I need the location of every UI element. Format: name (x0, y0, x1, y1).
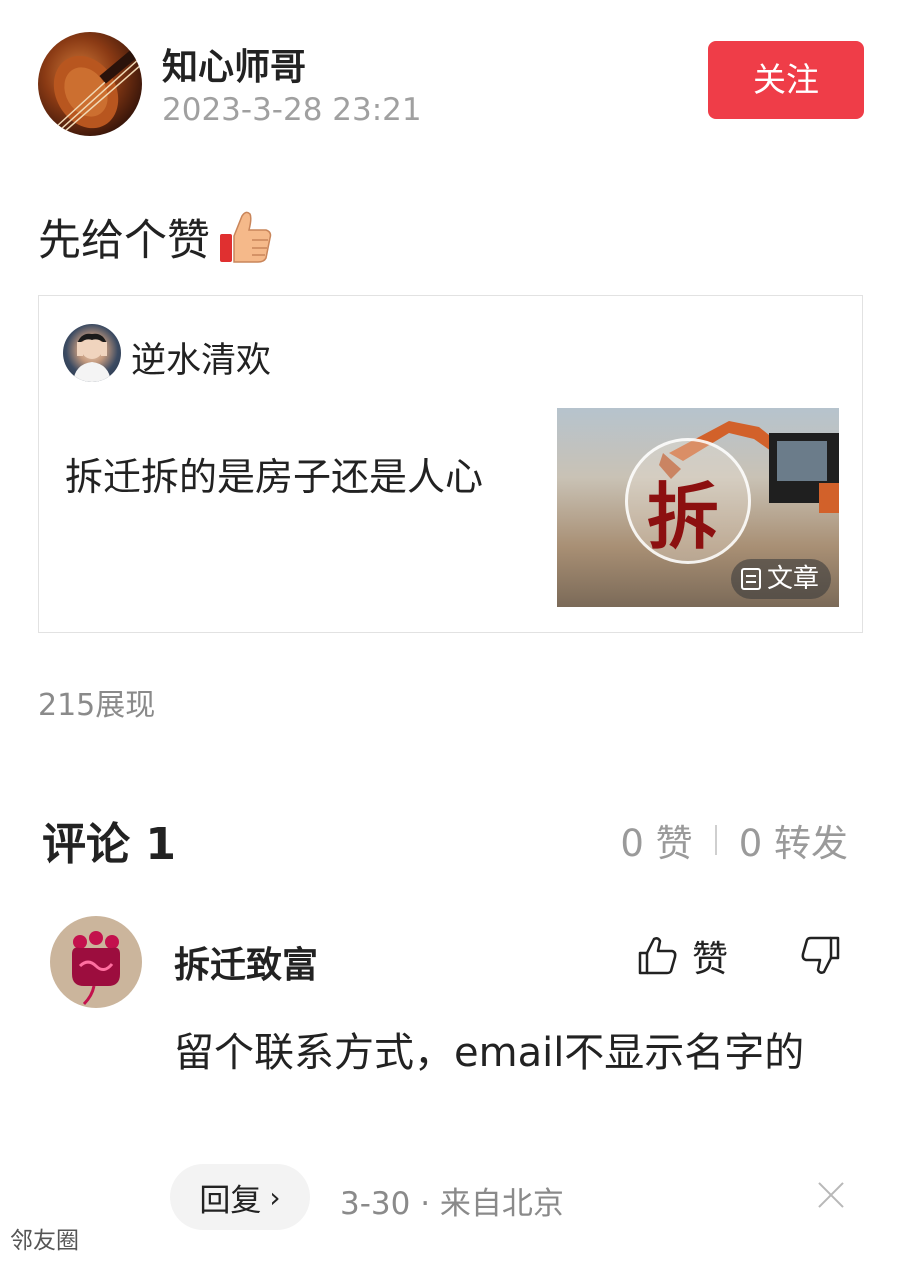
author-name[interactable]: 知心师哥 (162, 38, 306, 90)
article-type-tag: 文章 (730, 559, 831, 599)
chevron-right-icon: › (269, 1180, 281, 1214)
post-text: 先给个赞 (38, 206, 274, 268)
document-icon (740, 568, 761, 590)
comment-dislike-button[interactable] (800, 934, 842, 980)
thumbnail-character: 拆 (647, 475, 720, 559)
thumbs-up-outline-icon (638, 937, 677, 975)
comment-text: 留个联系方式，email不显示名字的 (174, 1030, 805, 1076)
post-header: 知心师哥 2023-3-28 23:21 关注 (38, 32, 864, 136)
comment-like-label: 赞 (692, 939, 729, 980)
impressions-count: 215展现 (38, 688, 156, 723)
comment-like-button[interactable]: 赞 (636, 930, 728, 982)
post-stats: 0 赞 0 转发 (620, 813, 848, 867)
post-timestamp: 2023-3-28 23:21 (162, 92, 422, 128)
quoted-article-title[interactable]: 拆迁拆的是房子还是人心 (65, 446, 535, 508)
comments-title: 评论 1 (42, 819, 176, 870)
likes-count[interactable]: 0 赞 (620, 813, 692, 867)
quoted-article-card[interactable]: 逆水清欢 拆迁拆的是房子还是人心 拆 文章 (38, 295, 863, 633)
author-avatar[interactable] (38, 32, 142, 136)
post-text-content: 先给个赞 (38, 216, 210, 266)
violin-image (53, 50, 142, 133)
article-type-label: 文章 (766, 564, 819, 594)
commenter-avatar[interactable] (50, 916, 142, 1008)
watermark: 邻友圈 (10, 1228, 79, 1254)
article-thumbnail[interactable]: 拆 文章 (557, 408, 839, 607)
close-icon[interactable] (814, 1178, 848, 1212)
quoted-author-avatar[interactable] (63, 324, 121, 382)
comment-meta: 3-30 · 来自北京 (340, 1186, 564, 1222)
thumbs-up-icon (216, 208, 274, 266)
comment-item: 拆迁致富 赞 留个联系方式，email不显示名字的 回复 › 3-30 · 来自… (50, 916, 850, 1236)
commenter-name[interactable]: 拆迁致富 (174, 936, 318, 988)
reply-button[interactable]: 回复 › (170, 1164, 310, 1230)
follow-button[interactable]: 关注 (708, 41, 864, 119)
quoted-author-name[interactable]: 逆水清欢 (131, 332, 271, 383)
reposts-count[interactable]: 0 转发 (739, 813, 848, 867)
thumbs-down-outline-icon (801, 936, 840, 974)
stats-divider (714, 825, 717, 855)
reply-label: 回复 (199, 1182, 262, 1219)
